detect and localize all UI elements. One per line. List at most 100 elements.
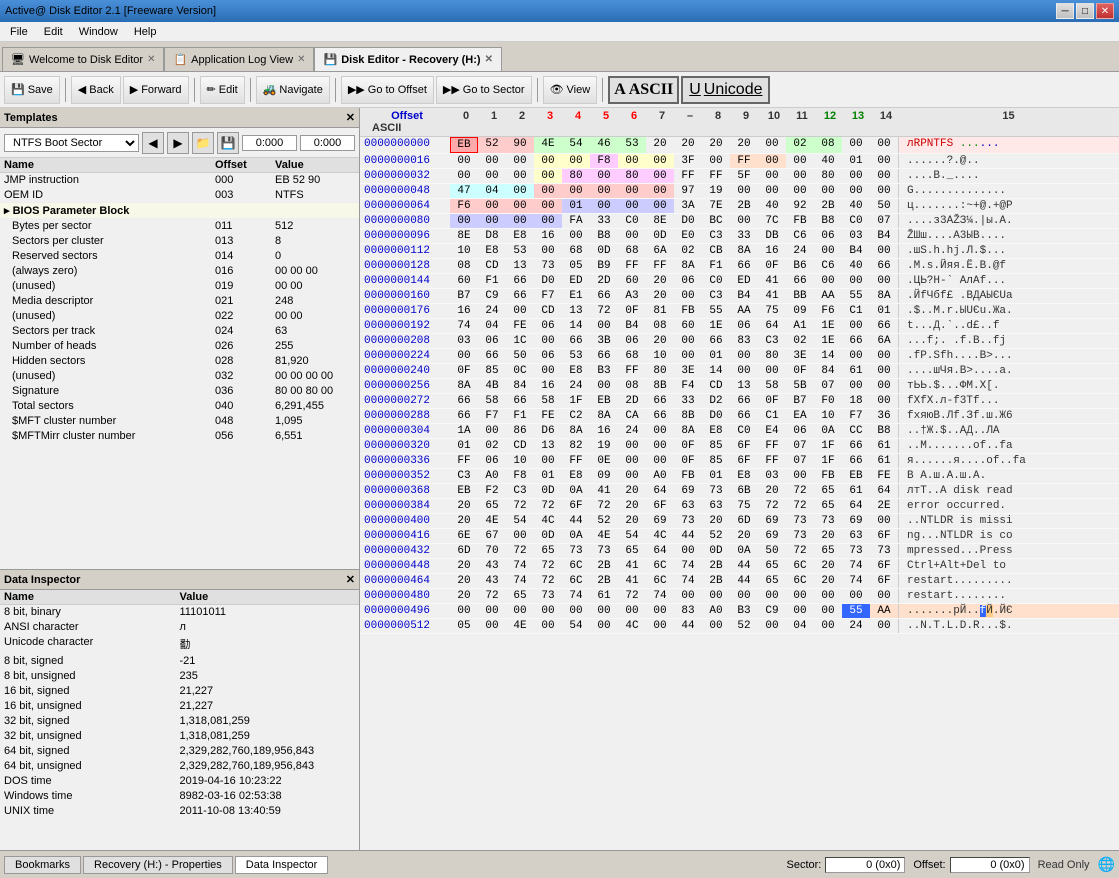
hex-col-2: 2 bbox=[508, 110, 536, 122]
list-item[interactable]: (unused) 032 00 00 00 00 bbox=[0, 369, 359, 384]
tab-welcome-close[interactable]: ✕ bbox=[147, 54, 155, 65]
save-button[interactable]: 💾 Save bbox=[4, 76, 60, 104]
list-item[interactable]: Number of heads 026 255 bbox=[0, 339, 359, 354]
list-item[interactable]: Total sectors 040 6,291,455 bbox=[0, 399, 359, 414]
template-select[interactable]: NTFS Boot Sector bbox=[4, 134, 139, 152]
list-item[interactable]: Windows time 8982-03-16 02:53:38 bbox=[0, 789, 359, 804]
ascii-button[interactable]: A ASCII bbox=[608, 76, 679, 104]
list-item[interactable]: (unused) 019 00 00 bbox=[0, 279, 359, 294]
edit-button[interactable]: ✏ Edit bbox=[200, 76, 245, 104]
list-item[interactable]: (unused) 022 00 00 bbox=[0, 309, 359, 324]
list-item[interactable]: Bytes per sector 011 512 bbox=[0, 219, 359, 234]
template-prev-btn[interactable]: ◀ bbox=[142, 132, 164, 154]
template-offset2[interactable] bbox=[300, 135, 355, 151]
view-button[interactable]: 👁 View bbox=[543, 76, 598, 104]
templates-table: JMP instruction 000 EB 52 90 OEM ID 003 … bbox=[0, 173, 359, 444]
table-row: 0000000512 05004E0054004C004400520004002… bbox=[360, 619, 1119, 634]
list-item[interactable]: Hidden sectors 028 81,920 bbox=[0, 354, 359, 369]
list-item[interactable]: (always zero) 016 00 00 00 bbox=[0, 264, 359, 279]
list-item[interactable]: Unicode character 勫 bbox=[0, 635, 359, 654]
hex-col-7: 7 bbox=[648, 110, 676, 122]
unicode-button[interactable]: U Unicode bbox=[681, 76, 770, 104]
properties-tab[interactable]: Recovery (H:) - Properties bbox=[83, 856, 233, 874]
list-item[interactable]: Sectors per track 024 63 bbox=[0, 324, 359, 339]
tab-log-label: Application Log View bbox=[191, 54, 293, 66]
goto-offset-button[interactable]: ▶▶ Go to Offset bbox=[341, 76, 434, 104]
title-bar: Active@ Disk Editor 2.1 [Freeware Versio… bbox=[0, 0, 1119, 22]
table-row: 0000000240 0F850C00E8B3FF803E1400000F846… bbox=[360, 364, 1119, 379]
list-item[interactable]: UNIX time 2011-10-08 13:40:59 bbox=[0, 804, 359, 819]
recovery-icon: 💾 bbox=[323, 53, 337, 66]
template-save-btn[interactable]: 💾 bbox=[217, 132, 239, 154]
globe-icon: 🌐 bbox=[1098, 856, 1115, 873]
list-item[interactable]: 16 bit, signed 21,227 bbox=[0, 684, 359, 699]
sector-value[interactable]: 0 (0x0) bbox=[825, 857, 905, 873]
list-item[interactable]: OEM ID 003 NTFS bbox=[0, 188, 359, 203]
hex-column-header: Offset 0 1 2 3 4 5 6 7 – 8 9 10 11 12 13… bbox=[360, 108, 1119, 137]
list-item[interactable]: $MFT cluster number 048 1,095 bbox=[0, 414, 359, 429]
template-open-btn[interactable]: 📁 bbox=[192, 132, 214, 154]
inspector-column-header: Name Value bbox=[0, 590, 359, 605]
list-item[interactable]: ANSI character л bbox=[0, 620, 359, 635]
left-panel: Templates ✕ NTFS Boot Sector ◀ ▶ 📁 💾 Nam… bbox=[0, 108, 360, 850]
hex-body[interactable]: 0000000000 EB 52 90 4E 54 46 53 20 20 20… bbox=[360, 137, 1119, 850]
list-item[interactable]: 64 bit, unsigned 2,329,282,760,189,956,8… bbox=[0, 759, 359, 774]
hex-col-15: 15 bbox=[900, 110, 1117, 122]
list-item[interactable]: $MFTMirr cluster number 056 6,551 bbox=[0, 429, 359, 444]
list-item[interactable]: 8 bit, unsigned 235 bbox=[0, 669, 359, 684]
table-row: 0000000160 B7C966F7E166A32000C3B441BBAA5… bbox=[360, 289, 1119, 304]
navigate-button[interactable]: 🚜 Navigate bbox=[256, 76, 330, 104]
list-item[interactable]: 8 bit, binary 11101011 bbox=[0, 605, 359, 620]
inspector-close-icon[interactable]: ✕ bbox=[346, 573, 355, 586]
list-item[interactable]: 16 bit, unsigned 21,227 bbox=[0, 699, 359, 714]
toolbar-separator-3 bbox=[250, 78, 251, 102]
close-button[interactable]: ✕ bbox=[1096, 3, 1114, 19]
tab-recovery-close[interactable]: ✕ bbox=[485, 54, 493, 65]
tab-welcome[interactable]: 🖥 Welcome to Disk Editor ✕ bbox=[2, 47, 164, 71]
list-item[interactable]: 64 bit, signed 2,329,282,760,189,956,843 bbox=[0, 744, 359, 759]
tab-recovery[interactable]: 💾 Disk Editor - Recovery (H:) ✕ bbox=[314, 47, 501, 71]
templates-header: Templates ✕ bbox=[0, 108, 359, 128]
menu-file[interactable]: File bbox=[2, 25, 36, 39]
hex-col-6: 6 bbox=[620, 110, 648, 122]
back-button[interactable]: ◀ Back bbox=[71, 76, 121, 104]
bookmarks-tab[interactable]: Bookmarks bbox=[4, 856, 81, 874]
list-item[interactable]: Sectors per cluster 013 8 bbox=[0, 234, 359, 249]
menu-edit[interactable]: Edit bbox=[36, 25, 71, 39]
toolbar-separator-2 bbox=[194, 78, 195, 102]
list-item[interactable]: Signature 036 80 00 80 00 bbox=[0, 384, 359, 399]
list-item[interactable]: 32 bit, unsigned 1,318,081,259 bbox=[0, 729, 359, 744]
template-offset1[interactable] bbox=[242, 135, 297, 151]
sector-label: Sector: bbox=[787, 859, 822, 871]
table-row: 0000000064 F6 00 00 00 01 00 00 00 3A 7E… bbox=[360, 199, 1119, 214]
offset-value[interactable]: 0 (0x0) bbox=[950, 857, 1030, 873]
hex-col-13: 13 bbox=[844, 110, 872, 122]
list-item[interactable]: Reserved sectors 014 0 bbox=[0, 249, 359, 264]
status-info: Sector: 0 (0x0) Offset: 0 (0x0) Read Onl… bbox=[787, 856, 1115, 873]
templates-close-icon[interactable]: ✕ bbox=[346, 111, 355, 124]
table-row: 0000000000 EB 52 90 4E 54 46 53 20 20 20… bbox=[360, 137, 1119, 154]
insp-col-name: Name bbox=[4, 591, 180, 603]
menu-help[interactable]: Help bbox=[126, 25, 165, 39]
inspector-tab[interactable]: Data Inspector bbox=[235, 856, 329, 874]
toolbar-separator-5 bbox=[537, 78, 538, 102]
goto-offset-icon: ▶▶ bbox=[348, 83, 365, 96]
forward-button[interactable]: ▶ Forward bbox=[123, 76, 189, 104]
table-row: 0000000016 00 00 00 00 00 F8 00 00 3F 00… bbox=[360, 154, 1119, 169]
menu-window[interactable]: Window bbox=[71, 25, 126, 39]
list-item[interactable]: 32 bit, signed 1,318,081,259 bbox=[0, 714, 359, 729]
minimize-button[interactable]: ─ bbox=[1056, 3, 1074, 19]
hex-col-5: 5 bbox=[592, 110, 620, 122]
tab-log[interactable]: 📋 Application Log View ✕ bbox=[164, 47, 314, 71]
table-row: 0000000144 60F166D0ED2D602006C0ED4166000… bbox=[360, 274, 1119, 289]
hex-col-0: 0 bbox=[452, 110, 480, 122]
list-item[interactable]: Media descriptor 021 248 bbox=[0, 294, 359, 309]
status-bar: Bookmarks Recovery (H:) - Properties Dat… bbox=[0, 850, 1119, 878]
maximize-button[interactable]: □ bbox=[1076, 3, 1094, 19]
list-item[interactable]: 8 bit, signed -21 bbox=[0, 654, 359, 669]
template-next-btn[interactable]: ▶ bbox=[167, 132, 189, 154]
goto-sector-button[interactable]: ▶▶ Go to Sector bbox=[436, 76, 532, 104]
list-item[interactable]: JMP instruction 000 EB 52 90 bbox=[0, 173, 359, 188]
tab-log-close[interactable]: ✕ bbox=[297, 54, 305, 65]
list-item[interactable]: DOS time 2019-04-16 10:23:22 bbox=[0, 774, 359, 789]
